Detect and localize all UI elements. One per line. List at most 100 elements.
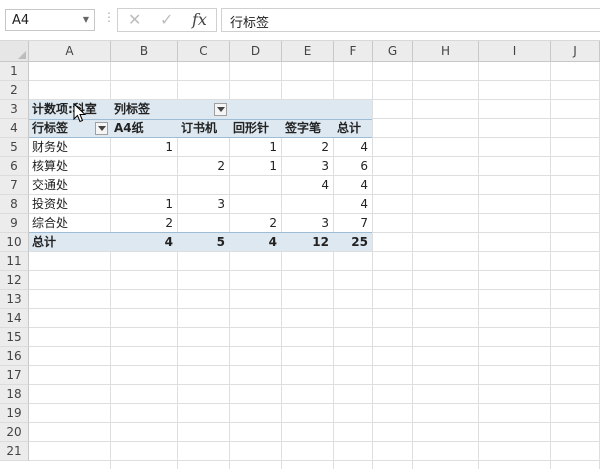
pivot-value-cell[interactable]: 3 xyxy=(282,157,329,176)
row-header[interactable]: 15 xyxy=(0,328,29,347)
pivot-value-cell[interactable]: 2 xyxy=(282,138,329,157)
row-labels-filter-button[interactable] xyxy=(95,122,108,135)
pivot-row-label[interactable]: 财务处 xyxy=(32,138,68,157)
column-header[interactable]: D xyxy=(230,41,282,62)
row-header[interactable]: 8 xyxy=(0,195,29,214)
pivot-column-header[interactable]: 签字笔 xyxy=(285,119,321,138)
pivot-value-cell[interactable]: 4 xyxy=(334,176,368,195)
name-box[interactable]: A4 ▼ xyxy=(5,9,95,31)
row-header[interactable]: 4 xyxy=(0,119,29,138)
pivot-row-label[interactable]: 核算处 xyxy=(32,157,68,176)
column-header[interactable]: I xyxy=(479,41,551,62)
pivot-grand-total-cell[interactable]: 12 xyxy=(282,233,329,252)
pivot-value-cell[interactable]: 4 xyxy=(282,176,329,195)
column-gridline xyxy=(478,62,479,469)
row-header[interactable]: 6 xyxy=(0,157,29,176)
select-all-icon xyxy=(18,51,26,59)
column-gridline xyxy=(550,62,551,469)
row-header[interactable]: 7 xyxy=(0,176,29,195)
pivot-value-cell[interactable] xyxy=(178,214,225,233)
column-header[interactable]: G xyxy=(373,41,413,62)
row-header[interactable]: 21 xyxy=(0,442,29,461)
enter-icon[interactable]: ✓ xyxy=(160,10,173,29)
pivot-value-cell[interactable]: 1 xyxy=(111,138,173,157)
pivot-row-label[interactable]: 交通处 xyxy=(32,176,68,195)
pivot-column-header[interactable]: 总计 xyxy=(337,119,361,138)
column-header[interactable]: B xyxy=(111,41,178,62)
pivot-grand-total-cell[interactable]: 25 xyxy=(334,233,368,252)
column-header[interactable]: A xyxy=(29,41,111,62)
pivot-grand-total-cell[interactable]: 5 xyxy=(178,233,225,252)
column-gridline xyxy=(412,62,413,469)
column-header[interactable]: F xyxy=(334,41,373,62)
row-gridline xyxy=(29,346,600,347)
pivot-value-cell[interactable]: 1 xyxy=(230,138,277,157)
column-header[interactable]: C xyxy=(178,41,230,62)
row-header[interactable]: 17 xyxy=(0,366,29,385)
row-header[interactable]: 20 xyxy=(0,423,29,442)
chevron-down-icon[interactable]: ▼ xyxy=(83,15,89,24)
row-header[interactable]: 11 xyxy=(0,252,29,271)
pivot-value-cell[interactable]: 7 xyxy=(334,214,368,233)
pivot-row-labels[interactable]: 行标签 xyxy=(32,119,68,138)
cancel-icon[interactable]: ✕ xyxy=(128,10,141,29)
row-gridline xyxy=(29,289,600,290)
pivot-value-cell[interactable] xyxy=(230,195,277,214)
pivot-value-cell[interactable]: 6 xyxy=(334,157,368,176)
pivot-row-label[interactable]: 投资处 xyxy=(32,195,68,214)
pivot-grand-total-label[interactable]: 总计 xyxy=(32,233,56,252)
pivot-value-cell[interactable]: 2 xyxy=(178,157,225,176)
pivot-value-cell[interactable]: 4 xyxy=(334,138,368,157)
pivot-value-cell[interactable]: 2 xyxy=(230,214,277,233)
pivot-value-cell[interactable] xyxy=(230,176,277,195)
more-options-icon[interactable]: ⋮ xyxy=(103,10,115,24)
pivot-value-cell[interactable]: 4 xyxy=(334,195,368,214)
spreadsheet-grid[interactable]: A B C D E F G H I J 1 2 3 4 5 6 7 8 9 10 11 12 13 14 15 16 17 18 19 2… xyxy=(0,41,600,469)
row-gridline xyxy=(29,365,600,366)
row-header[interactable]: 2 xyxy=(0,81,29,100)
row-header[interactable]: 1 xyxy=(0,62,29,81)
row-header[interactable]: 3 xyxy=(0,100,29,119)
row-header[interactable]: 5 xyxy=(0,138,29,157)
row-header[interactable]: 13 xyxy=(0,290,29,309)
pivot-value-cell[interactable] xyxy=(178,138,225,157)
row-gridline xyxy=(29,422,600,423)
row-header[interactable]: 19 xyxy=(0,404,29,423)
row-header[interactable]: 9 xyxy=(0,214,29,233)
pivot-value-cell[interactable]: 2 xyxy=(111,214,173,233)
pivot-value-cell[interactable]: 1 xyxy=(111,195,173,214)
pivot-column-labels[interactable]: 列标签 xyxy=(114,100,150,119)
pivot-value-field[interactable]: 计数项:科室 xyxy=(32,100,97,119)
column-labels-filter-button[interactable] xyxy=(214,103,227,116)
pivot-grand-total-cell[interactable]: 4 xyxy=(111,233,173,252)
name-box-value: A4 xyxy=(12,13,30,28)
select-all-button[interactable] xyxy=(0,41,29,62)
pivot-row-label[interactable]: 综合处 xyxy=(32,214,68,233)
column-header[interactable]: H xyxy=(413,41,479,62)
formula-input[interactable]: 行标签 xyxy=(221,8,600,32)
column-header[interactable]: J xyxy=(551,41,600,62)
pivot-value-cell[interactable] xyxy=(282,195,329,214)
pivot-column-header[interactable]: 回形针 xyxy=(233,119,269,138)
pivot-value-cell[interactable]: 3 xyxy=(282,214,329,233)
pivot-value-cell[interactable] xyxy=(178,176,225,195)
pivot-value-cell[interactable]: 1 xyxy=(230,157,277,176)
pivot-value-cell[interactable] xyxy=(111,157,173,176)
pivot-column-header[interactable]: A4纸 xyxy=(114,119,144,138)
mouse-cursor-icon xyxy=(73,103,87,123)
row-header[interactable]: 10 xyxy=(0,233,29,252)
column-header[interactable]: E xyxy=(282,41,334,62)
row-gridline xyxy=(29,403,600,404)
pivot-value-cell[interactable]: 3 xyxy=(178,195,225,214)
insert-function-button[interactable]: fx xyxy=(192,10,207,29)
row-header[interactable]: 18 xyxy=(0,385,29,404)
row-header[interactable]: 14 xyxy=(0,309,29,328)
row-header[interactable]: 12 xyxy=(0,271,29,290)
row-gridline xyxy=(29,441,600,442)
row-gridline xyxy=(29,384,600,385)
pivot-column-header[interactable]: 订书机 xyxy=(181,119,217,138)
pivot-grand-total-cell[interactable]: 4 xyxy=(230,233,277,252)
formula-value: 行标签 xyxy=(230,16,270,31)
row-header[interactable]: 16 xyxy=(0,347,29,366)
pivot-value-cell[interactable] xyxy=(111,176,173,195)
